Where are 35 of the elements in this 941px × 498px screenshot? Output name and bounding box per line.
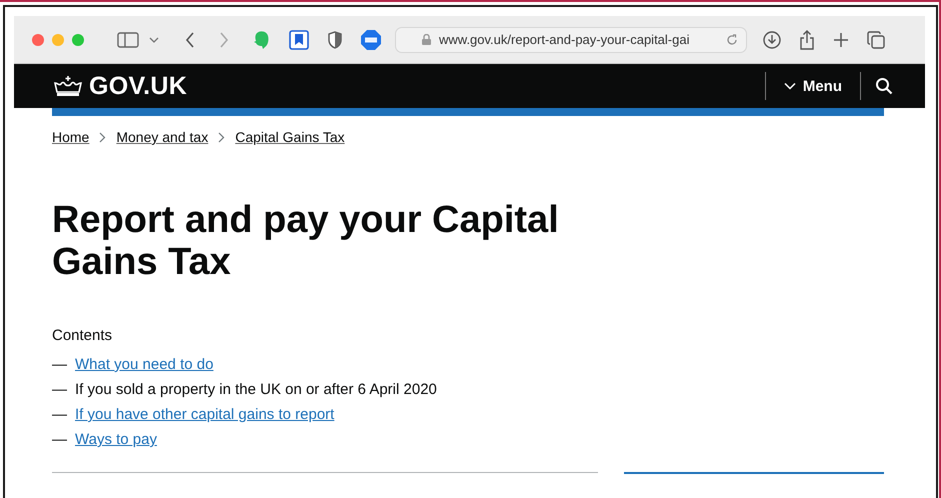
contents-heading: Contents [52,327,114,344]
breadcrumb-link[interactable]: Capital Gains Tax [235,129,345,145]
address-bar[interactable]: www.gov.uk/report-and-pay-your-capital-gai [395,26,747,52]
breadcrumb-link[interactable]: Money and tax [116,129,208,145]
reload-icon[interactable] [726,34,738,46]
contents-link[interactable]: If you have other capital gains to report [75,406,334,423]
current-section: If you sold a property in the UK on or after 6 April 2020 [75,381,437,398]
adblock-icon[interactable] [361,30,381,50]
page-title: Report and pay your Capital Gains Tax [52,199,560,283]
url-text: www.gov.uk/report-and-pay-your-capital-gai [439,32,690,47]
crown-icon [52,75,84,97]
tabs-overview-icon[interactable] [867,30,885,48]
list-dash: — [52,431,67,448]
bookmark-icon[interactable] [289,30,309,50]
list-dash: — [52,356,67,373]
download-icon[interactable] [763,30,781,48]
breadcrumb-link[interactable]: Home [52,129,90,145]
contents-link[interactable]: Ways to pay [75,431,157,448]
list-dash: — [52,381,67,398]
chevron-down-icon [784,82,796,90]
chevron-down-icon[interactable] [149,36,159,42]
contents-link[interactable]: What you need to do [75,356,214,373]
new-tab-icon[interactable] [833,32,849,48]
menu-button[interactable]: Menu [766,78,860,94]
chevron-right-icon [99,132,106,142]
close-window-icon[interactable] [32,34,44,46]
lock-icon [422,34,431,45]
site-logo[interactable]: GOV.UK [52,72,188,100]
sidebar-icon[interactable] [117,32,139,48]
shield-icon[interactable] [327,30,343,48]
share-icon[interactable] [799,30,815,50]
list-dash: — [52,406,67,423]
search-icon [875,77,893,95]
chevron-right-icon [218,132,226,142]
back-icon[interactable] [185,32,195,48]
